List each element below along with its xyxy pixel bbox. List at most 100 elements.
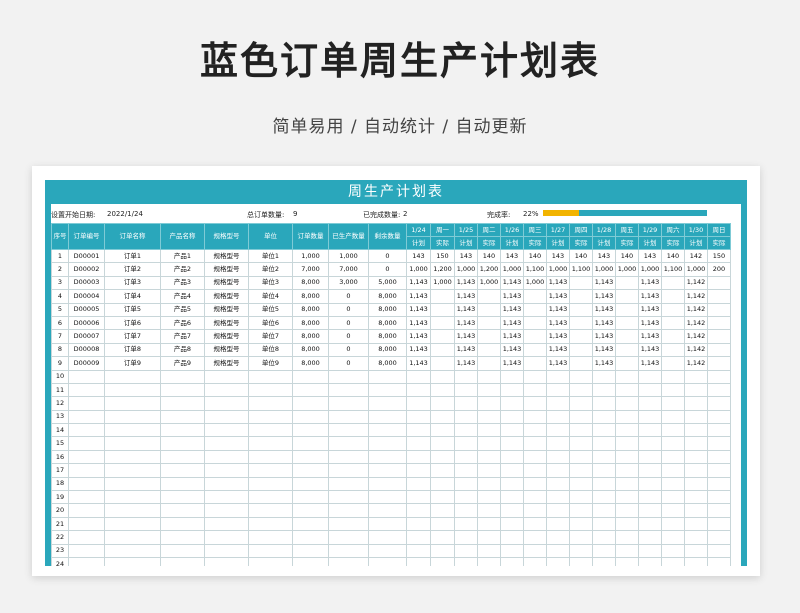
table-cell[interactable] [292,423,329,438]
table-cell[interactable]: 0 [328,302,369,317]
table-cell[interactable] [204,449,249,465]
table-cell[interactable] [523,463,547,478]
table-cell[interactable] [477,342,501,358]
table-cell[interactable] [615,289,639,304]
table-cell[interactable] [638,490,662,505]
table-cell[interactable] [477,289,501,304]
table-cell[interactable]: 8,000 [292,329,329,344]
table-cell[interactable] [523,476,547,492]
table-cell[interactable]: 140 [477,248,501,264]
table-cell[interactable]: 1,142 [684,356,708,371]
table-cell[interactable] [454,476,478,492]
table-cell[interactable] [523,516,547,532]
table-cell[interactable] [406,423,431,438]
table-cell[interactable]: 1,143 [592,275,616,291]
table-cell[interactable] [661,463,685,478]
table-cell[interactable] [430,302,455,317]
table-cell[interactable] [248,409,293,425]
table-cell[interactable] [204,476,249,492]
table-cell[interactable] [328,503,369,518]
table-cell[interactable] [500,476,524,492]
table-cell[interactable] [500,503,524,518]
table-cell[interactable]: 单位4 [248,289,293,304]
table-cell[interactable] [248,463,293,478]
table-cell[interactable] [477,463,501,478]
table-cell[interactable] [68,396,105,411]
table-cell[interactable] [430,503,455,518]
table-cell[interactable] [569,449,593,465]
table-cell[interactable] [368,503,407,518]
table-cell[interactable] [248,530,293,545]
table-cell[interactable]: 1,143 [592,315,616,331]
table-cell[interactable] [661,289,685,304]
table-cell[interactable]: 8,000 [292,275,329,291]
table-cell[interactable] [160,369,205,384]
table-cell[interactable] [523,409,547,425]
table-cell[interactable] [160,449,205,465]
table-cell[interactable] [592,423,616,438]
table-cell[interactable] [684,556,708,566]
table-cell[interactable]: 150 [707,248,731,264]
table-cell[interactable] [661,530,685,545]
table-cell[interactable] [292,436,329,451]
table-cell[interactable] [104,396,161,411]
table-cell[interactable]: 1,143 [406,289,431,304]
table-cell[interactable] [661,396,685,411]
table-cell[interactable]: 143 [546,248,570,264]
table-cell[interactable]: 订单8 [104,342,161,358]
table-cell[interactable] [68,543,105,558]
table-cell[interactable]: 1,142 [684,289,708,304]
table-cell[interactable] [523,356,547,371]
table-cell[interactable] [615,463,639,478]
table-cell[interactable]: 1,143 [638,315,662,331]
table-cell[interactable] [477,423,501,438]
table-cell[interactable]: 产品8 [160,342,205,358]
table-cell[interactable]: 7,000 [328,262,369,277]
table-cell[interactable] [569,409,593,425]
table-cell[interactable] [454,463,478,478]
table-cell[interactable]: 1,143 [638,342,662,358]
table-cell[interactable] [569,556,593,566]
table-cell[interactable] [523,530,547,545]
row-number-cell[interactable]: 23 [51,543,69,558]
table-cell[interactable] [523,556,547,566]
table-cell[interactable]: 1,000 [328,248,369,264]
table-cell[interactable]: 单位2 [248,262,293,277]
table-cell[interactable] [615,329,639,344]
table-cell[interactable] [160,396,205,411]
table-cell[interactable] [523,315,547,331]
row-number-cell[interactable]: 17 [51,463,69,478]
row-number-cell[interactable]: 22 [51,530,69,545]
table-cell[interactable] [569,436,593,451]
table-cell[interactable]: 产品4 [160,289,205,304]
table-cell[interactable] [430,543,455,558]
table-cell[interactable] [661,436,685,451]
table-cell[interactable]: 1,142 [684,302,708,317]
table-cell[interactable] [592,543,616,558]
table-cell[interactable]: 7 [51,329,69,344]
row-number-cell[interactable]: 24 [51,556,69,566]
table-cell[interactable]: 1,143 [592,302,616,317]
table-cell[interactable] [104,543,161,558]
table-cell[interactable]: 1,100 [661,262,685,277]
table-cell[interactable] [368,490,407,505]
table-cell[interactable] [546,503,570,518]
table-cell[interactable] [477,409,501,425]
table-cell[interactable]: D00009 [68,356,105,371]
table-cell[interactable]: 单位9 [248,356,293,371]
table-cell[interactable] [661,490,685,505]
start-date-value[interactable]: 2022/1/24 [107,210,143,218]
table-cell[interactable] [661,556,685,566]
table-cell[interactable] [248,449,293,465]
table-cell[interactable] [104,503,161,518]
row-number-cell[interactable]: 14 [51,423,69,438]
table-cell[interactable] [638,516,662,532]
table-cell[interactable]: D00003 [68,275,105,291]
table-cell[interactable] [248,382,293,398]
table-cell[interactable] [160,423,205,438]
table-cell[interactable] [328,543,369,558]
table-cell[interactable] [160,543,205,558]
table-cell[interactable] [569,356,593,371]
table-cell[interactable]: 单位7 [248,329,293,344]
table-cell[interactable] [592,490,616,505]
